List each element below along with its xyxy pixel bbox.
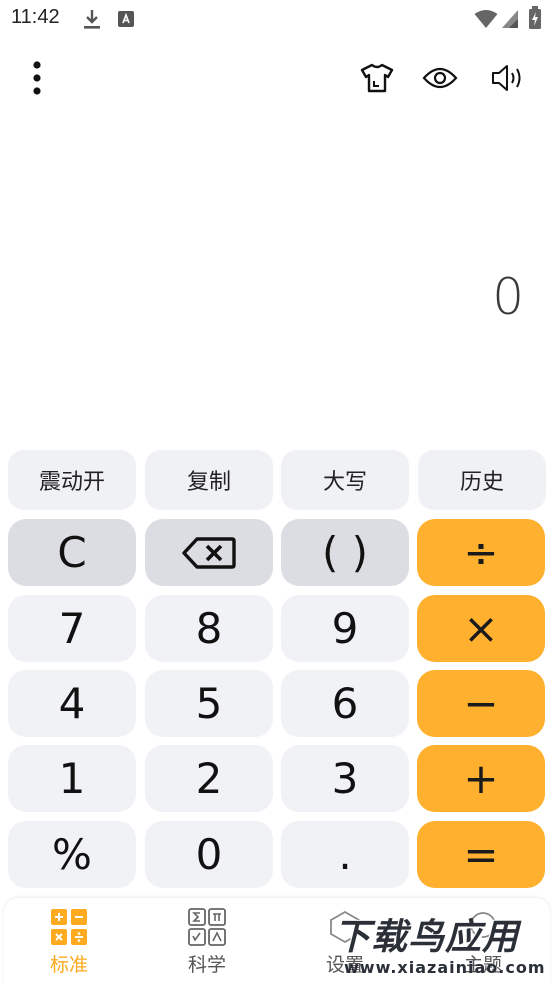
cell-signal-icon: [501, 9, 519, 33]
eye-icon: [422, 67, 458, 89]
parentheses-key[interactable]: ( ): [281, 519, 409, 586]
decimal-key[interactable]: .: [281, 821, 409, 888]
result-display: 0: [492, 268, 524, 326]
divide-key[interactable]: ÷: [417, 519, 545, 586]
watermark: 下载鸟应用 www.xiazainiao.com: [330, 902, 554, 984]
vibration-toggle-button[interactable]: 震动开: [8, 450, 136, 510]
backspace-key[interactable]: [145, 519, 273, 586]
tab-scientific-label: 科学: [187, 954, 226, 976]
percent-key[interactable]: %: [8, 821, 136, 888]
copy-button[interactable]: 复制: [145, 450, 273, 510]
watermark-url: www.xiazainiao.com: [344, 958, 546, 977]
digit-2-key[interactable]: 2: [145, 745, 273, 812]
sound-button[interactable]: [488, 58, 528, 98]
digit-5-key[interactable]: 5: [145, 670, 273, 737]
digit-9-key[interactable]: 9: [281, 595, 409, 662]
minus-key[interactable]: −: [417, 670, 545, 737]
digit-7-key[interactable]: 7: [8, 595, 136, 662]
history-button[interactable]: 历史: [418, 450, 546, 510]
status-bar: 11:42: [0, 0, 554, 38]
download-icon: [82, 8, 102, 34]
digit-6-key[interactable]: 6: [281, 670, 409, 737]
status-time: 11:42: [11, 6, 60, 28]
digit-1-key[interactable]: 1: [8, 745, 136, 812]
more-vert-icon: [33, 61, 41, 95]
theme-button[interactable]: [357, 58, 397, 98]
visibility-button[interactable]: [420, 58, 460, 98]
digit-8-key[interactable]: 8: [145, 595, 273, 662]
plus-key[interactable]: +: [417, 745, 545, 812]
scientific-calculator-icon: [188, 908, 226, 946]
uppercase-button[interactable]: 大写: [281, 450, 409, 510]
function-row: 震动开 复制 大写 历史: [8, 450, 546, 510]
multiply-key[interactable]: ×: [417, 595, 545, 662]
digit-0-key[interactable]: 0: [145, 821, 273, 888]
digit-4-key[interactable]: 4: [8, 670, 136, 737]
clear-key[interactable]: C: [8, 519, 136, 586]
battery-icon: [528, 6, 542, 34]
tab-standard[interactable]: 标准: [24, 908, 114, 978]
wifi-icon: [474, 9, 498, 33]
tab-scientific[interactable]: 科学: [162, 908, 252, 978]
digit-3-key[interactable]: 3: [281, 745, 409, 812]
standard-calculator-icon: [51, 909, 87, 945]
more-menu-button[interactable]: [17, 58, 57, 98]
tab-standard-label: 标准: [49, 954, 88, 976]
keyboard-app-icon: [117, 10, 135, 32]
backspace-icon: [182, 536, 236, 569]
watermark-title: 下载鸟应用: [334, 917, 520, 958]
tshirt-icon: [360, 63, 394, 93]
speaker-icon: [492, 65, 521, 91]
equals-key[interactable]: =: [417, 821, 545, 888]
